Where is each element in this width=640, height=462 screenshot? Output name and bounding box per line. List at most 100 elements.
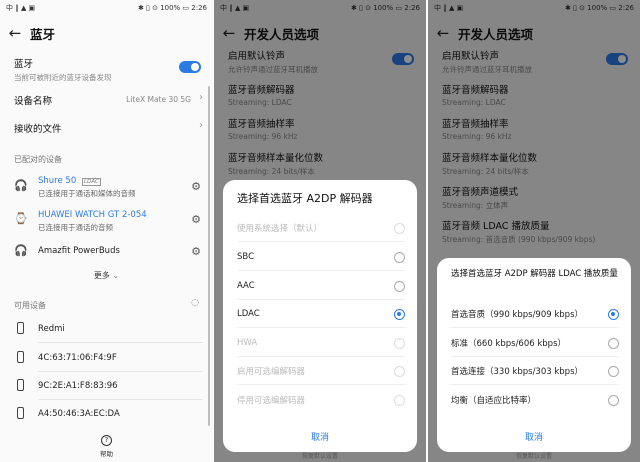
help-icon: ? — [101, 435, 112, 446]
device-name: A4:50:46:3A:EC:DA — [38, 409, 120, 419]
option-label: AAC — [237, 281, 255, 291]
option-label: 首选音质（990 kbps/909 kbps） — [451, 310, 583, 320]
divider — [237, 299, 405, 300]
phone-icon — [17, 322, 24, 334]
scrollbar[interactable] — [208, 86, 210, 426]
watch-icon: ⌚ — [14, 212, 28, 225]
more-label: 更多 — [93, 271, 110, 280]
phone-icon — [17, 407, 24, 419]
option-label: SBC — [237, 252, 255, 262]
chevron-right-icon: › — [199, 120, 203, 131]
option-label: LDAC — [237, 309, 260, 319]
radio-button[interactable] — [394, 394, 405, 406]
option-label: 首选连接（330 kbps/303 kbps） — [451, 367, 583, 377]
developer-options-screen-ldac: 中 ‖ ▲ ▣ ✱ ▯ ⊙ 100% ▭ 2:26 ← 开发人员选项 启用默认铃… — [428, 0, 640, 462]
available-devices-header: 可用设备 — [14, 301, 46, 310]
divider — [237, 356, 405, 357]
developer-options-screen: 中 ‖ ▲ ▣ ✱ ▯ ⊙ 100% ▭ 2:26 ← 开发人员选项 启用默认铃… — [214, 0, 426, 462]
ldac-quality-dialog: 选择首选蓝牙 A2DP 解码器 LDAC 播放质量 首选音质（990 kbps/… — [437, 258, 631, 452]
device-name: HUAWEI WATCH GT 2-054 — [38, 210, 147, 220]
device-name: 9C:2E:A1:F8:83:96 — [38, 381, 118, 391]
gear-icon[interactable]: ⚙ — [191, 213, 201, 226]
divider — [38, 399, 203, 400]
divider — [451, 356, 619, 357]
status-bar: 中 ‖ ▲ ▣ ✱ ▯ ⊙ 100% ▭ 2:26 — [0, 0, 213, 16]
divider — [451, 327, 619, 328]
codec-option[interactable]: AAC — [237, 276, 405, 296]
quality-option[interactable]: 标准（660 kbps/606 kbps） — [451, 333, 619, 353]
paired-devices-header: 已配对的设备 — [14, 155, 62, 164]
radio-button[interactable] — [394, 365, 405, 377]
phone-icon — [17, 351, 24, 363]
bluetooth-sub: 当前可被附近的蓝牙设备发现 — [14, 73, 112, 82]
radio-button[interactable] — [394, 280, 405, 292]
bluetooth-label: 蓝牙 — [14, 59, 34, 70]
status-right: ✱ ▯ ⊙ 100% ▭ 2:26 — [137, 4, 207, 12]
codec-option[interactable]: 停用可选编解码器 — [237, 390, 405, 410]
divider — [451, 384, 619, 385]
divider — [237, 241, 405, 242]
back-arrow-icon[interactable]: ← — [0, 24, 30, 42]
bluetooth-settings-screen: 中 ‖ ▲ ▣ ✱ ▯ ⊙ 100% ▭ 2:26 ← 蓝牙 蓝牙 当前可被附近… — [0, 0, 213, 462]
phone-icon — [17, 379, 24, 391]
received-files-label: 接收的文件 — [14, 124, 62, 135]
codec-option-selected[interactable]: LDAC — [237, 304, 405, 324]
device-name: Amazfit PowerBuds — [38, 246, 120, 256]
device-status: 已连接用于通话和媒体的音频 — [38, 189, 136, 198]
headphones-icon: 🎧 — [14, 179, 28, 192]
option-label: 停用可选编解码器 — [237, 396, 306, 406]
chevron-right-icon: › — [199, 92, 203, 103]
radio-button[interactable] — [608, 365, 619, 377]
cancel-button[interactable]: 取消 — [437, 430, 631, 443]
option-label: 启用可选编解码器 — [237, 367, 306, 377]
codec-option[interactable]: 启用可选编解码器 — [237, 361, 405, 381]
bluetooth-toggle[interactable] — [179, 61, 201, 73]
radio-button[interactable] — [394, 251, 405, 263]
dialog-title: 选择首选蓝牙 A2DP 解码器 — [237, 192, 373, 205]
radio-button-selected[interactable] — [608, 308, 619, 320]
codec-dialog: 选择首选蓝牙 A2DP 解码器 使用系统选择（默认） SBC AAC LDAC … — [223, 180, 417, 452]
divider — [38, 371, 203, 372]
radio-button[interactable] — [608, 337, 619, 349]
page-title: 蓝牙 — [30, 26, 56, 42]
dialog-title: 选择首选蓝牙 A2DP 解码器 LDAC 播放质量 — [451, 269, 618, 279]
codec-option[interactable]: SBC — [237, 247, 405, 267]
option-label: 使用系统选择（默认） — [237, 224, 323, 234]
device-name: 4C:63:71:06:F4:9F — [38, 353, 117, 363]
option-label: HWA — [237, 338, 258, 348]
chevron-down-icon: ⌄ — [112, 271, 120, 280]
radio-button[interactable] — [394, 337, 405, 349]
ldac-badge: LDAC — [81, 178, 101, 186]
device-status: 已连接用于通话的音频 — [38, 223, 113, 232]
device-name: Redmi — [38, 324, 65, 334]
codec-option[interactable]: 使用系统选择（默认） — [237, 218, 405, 238]
divider — [38, 342, 203, 343]
quality-option[interactable]: 均衡（自适应比特率） — [451, 390, 619, 410]
divider — [237, 327, 405, 328]
device-name-value: LiteX Mate 30 5G — [126, 95, 191, 104]
headphones-icon: 🎧 — [14, 244, 28, 257]
status-left: 中 ‖ ▲ ▣ — [6, 4, 36, 12]
option-label: 均衡（自适应比特率） — [451, 396, 537, 406]
restore-defaults-label: 恢复默认设置 — [515, 453, 552, 460]
gear-icon[interactable]: ⚙ — [191, 245, 201, 258]
restore-defaults-label: 恢复默认设置 — [301, 453, 338, 460]
loading-spinner-icon: ◌ — [191, 298, 199, 308]
option-label: 标准（660 kbps/606 kbps） — [451, 339, 566, 349]
radio-button-selected[interactable] — [394, 308, 405, 320]
gear-icon[interactable]: ⚙ — [191, 180, 201, 193]
quality-option-selected[interactable]: 首选音质（990 kbps/909 kbps） — [451, 304, 619, 324]
quality-option[interactable]: 首选连接（330 kbps/303 kbps） — [451, 361, 619, 381]
bluetooth-toggle-row[interactable]: 蓝牙 当前可被附近的蓝牙设备发现 — [14, 56, 203, 83]
radio-button[interactable] — [394, 222, 405, 234]
codec-option[interactable]: HWA — [237, 333, 405, 353]
cancel-button[interactable]: 取消 — [223, 430, 417, 443]
header: ← 蓝牙 — [0, 20, 213, 46]
device-name: Shure 50 — [38, 176, 77, 186]
help-button[interactable]: ? 帮助 — [0, 435, 213, 458]
more-button[interactable]: 更多 ⌄ — [0, 270, 213, 281]
received-files-row[interactable]: 接收的文件 — [14, 121, 203, 135]
help-label: 帮助 — [100, 450, 113, 458]
radio-button[interactable] — [608, 394, 619, 406]
divider — [237, 384, 405, 385]
